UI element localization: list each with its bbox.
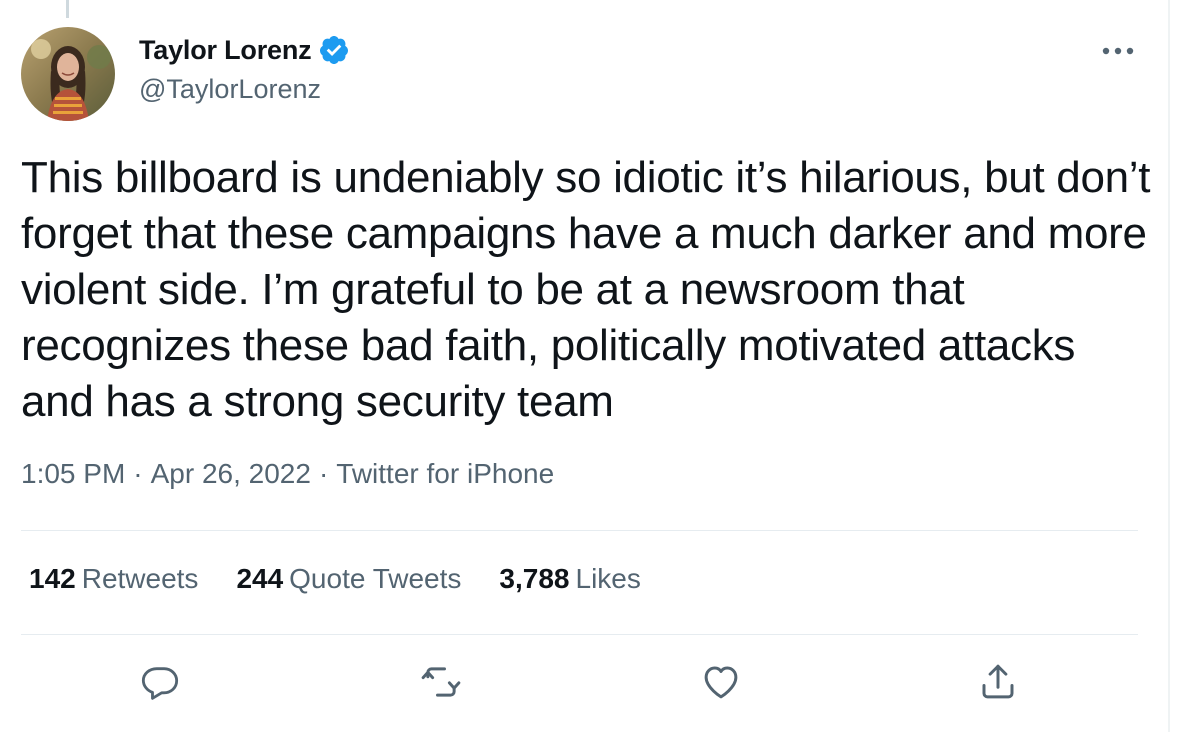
tweet-date[interactable]: Apr 26, 2022 <box>151 458 311 489</box>
verified-badge-icon <box>318 34 350 66</box>
reply-icon <box>141 667 179 700</box>
divider <box>21 530 1138 531</box>
quote-tweets-count: 244 <box>236 563 284 594</box>
tweet-stats: 142 Retweets 244 Quote Tweets 3,788 Likes <box>29 563 679 595</box>
reply-button[interactable] <box>138 660 182 704</box>
divider <box>21 634 1138 635</box>
likes-stat[interactable]: 3,788 Likes <box>499 563 640 595</box>
meta-separator: · <box>133 458 143 489</box>
avatar-photo <box>21 27 115 121</box>
like-button[interactable] <box>699 660 743 704</box>
thread-connector-line <box>66 0 69 18</box>
tweet-time[interactable]: 1:05 PM <box>21 458 125 489</box>
retweet-icon <box>421 667 461 697</box>
share-button[interactable] <box>976 660 1020 704</box>
likes-count: 3,788 <box>499 563 570 594</box>
tweet-author[interactable]: Taylor Lorenz @TaylorLorenz <box>139 30 350 105</box>
author-handle[interactable]: @TaylorLorenz <box>139 74 350 105</box>
retweets-label: Retweets <box>81 563 199 594</box>
tweet-metadata: 1:05 PM · Apr 26, 2022 · Twitter for iPhone <box>21 458 554 490</box>
tweet-source[interactable]: Twitter for iPhone <box>336 458 554 489</box>
likes-label: Likes <box>575 563 641 594</box>
more-options-button[interactable] <box>1098 36 1138 66</box>
quote-tweets-stat[interactable]: 244 Quote Tweets <box>236 563 461 595</box>
tweet-text: This billboard is undeniably so idiotic … <box>21 153 1151 426</box>
more-dots-icon <box>1102 47 1134 55</box>
retweets-count: 142 <box>29 563 76 594</box>
meta-separator: · <box>318 458 329 489</box>
quote-tweets-label: Quote Tweets <box>289 563 462 594</box>
avatar[interactable] <box>21 27 115 121</box>
share-icon <box>982 664 1014 699</box>
retweet-button[interactable] <box>419 660 463 704</box>
author-display-name[interactable]: Taylor Lorenz <box>139 35 312 66</box>
column-border <box>1168 0 1170 732</box>
like-icon <box>704 666 738 699</box>
retweets-stat[interactable]: 142 Retweets <box>29 563 198 595</box>
